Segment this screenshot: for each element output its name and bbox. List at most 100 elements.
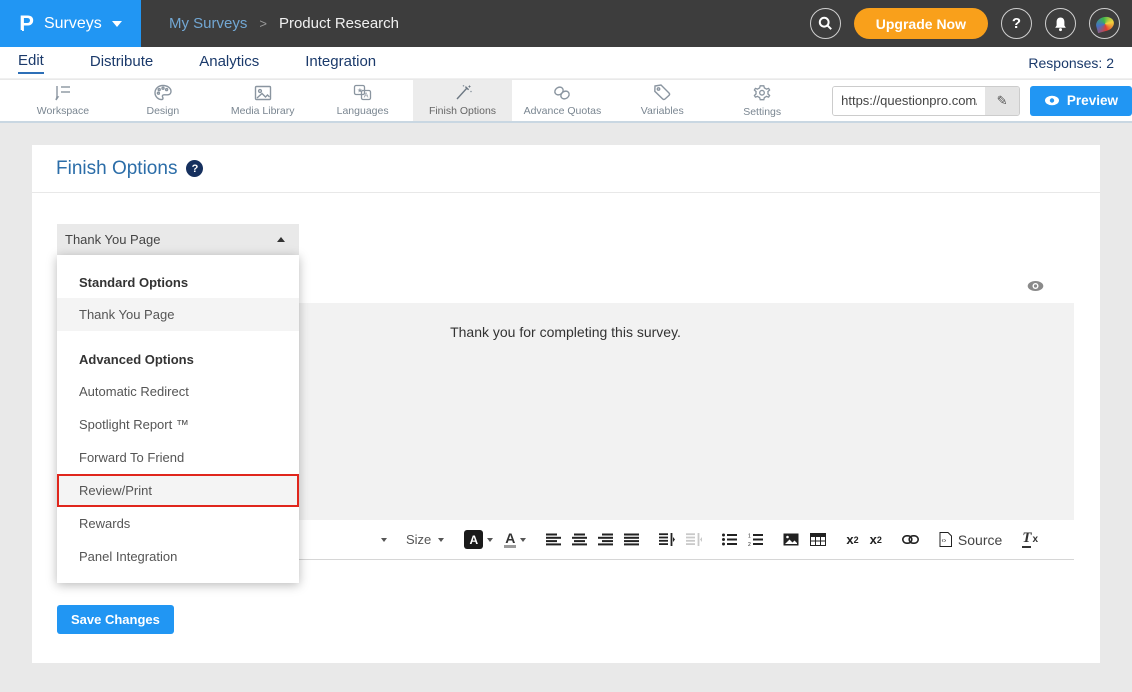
languages-translate-icon: ★A <box>352 84 373 102</box>
superscript-button[interactable]: x2 <box>870 532 882 547</box>
variables-tag-icon <box>652 84 672 102</box>
questionpro-logo-icon: P <box>19 13 34 35</box>
subscript-button[interactable]: x2 <box>846 532 858 547</box>
dropdown-item-forward-to-friend[interactable]: Forward To Friend <box>57 441 299 474</box>
tab-analytics[interactable]: Analytics <box>199 53 259 73</box>
chevron-down-icon <box>112 21 122 27</box>
svg-text:2: 2 <box>748 542 751 546</box>
toolbar-item-workspace[interactable]: Workspace <box>13 80 113 121</box>
insert-link-button[interactable] <box>902 535 919 544</box>
insert-image-button[interactable] <box>783 533 799 546</box>
align-right-button[interactable] <box>598 533 613 546</box>
insert-table-button[interactable] <box>810 533 826 546</box>
help-button[interactable]: ? <box>1001 8 1032 39</box>
dropdown-item-automatic-redirect[interactable]: Automatic Redirect <box>57 375 299 408</box>
svg-text:1: 1 <box>748 534 751 540</box>
toolbar-item-media-library[interactable]: Media Library <box>213 80 313 121</box>
toolbar-item-label: Languages <box>337 105 389 117</box>
app-header: P Surveys My Surveys > Product Research … <box>0 0 1132 47</box>
preview-eye-icon <box>1044 95 1060 106</box>
search-button[interactable] <box>810 8 841 39</box>
eye-icon[interactable] <box>1027 280 1044 292</box>
survey-nav-tabs: Edit Distribute Analytics Integration Re… <box>0 47 1132 79</box>
size-dropdown[interactable]: Size <box>406 532 444 547</box>
bell-icon <box>1053 16 1068 32</box>
save-changes-button[interactable]: Save Changes <box>57 605 174 634</box>
edit-section-toolbar: Workspace Design Media Library ★A Langua… <box>0 80 1132 123</box>
survey-url-group: ✎ <box>832 86 1020 116</box>
finish-type-select[interactable]: Thank You Page <box>57 224 299 255</box>
workspace-pencil-list-icon <box>53 84 73 102</box>
align-center-button[interactable] <box>572 533 587 546</box>
thank-you-text: Thank you for completing this survey. <box>450 324 681 340</box>
preview-label: Preview <box>1067 93 1118 108</box>
responses-count[interactable]: Responses: 2 <box>1028 55 1114 71</box>
background-color-button[interactable]: A <box>464 530 493 549</box>
search-icon <box>818 16 833 31</box>
toolbar-item-finish-options[interactable]: Finish Options <box>413 80 513 121</box>
survey-url-input[interactable] <box>833 87 985 115</box>
page-title: Finish Options <box>56 158 177 180</box>
toolbar-item-label: Workspace <box>37 105 89 117</box>
toolbar-item-label: Advance Quotas <box>524 105 602 117</box>
remove-format-button[interactable]: Tx <box>1022 531 1038 548</box>
toolbar-item-settings[interactable]: Settings <box>712 80 812 121</box>
numbered-list-button[interactable]: 12 <box>748 533 763 546</box>
chevron-down-icon <box>438 538 444 542</box>
settings-gear-icon <box>752 84 772 103</box>
question-mark-icon: ? <box>1012 15 1021 32</box>
preview-button[interactable]: Preview <box>1030 86 1132 116</box>
dropdown-item-thank-you-page[interactable]: Thank You Page <box>57 298 299 331</box>
svg-text:★: ★ <box>357 86 363 94</box>
account-avatar[interactable] <box>1089 8 1120 39</box>
avatar-logo-icon <box>1094 14 1115 32</box>
pencil-icon: ✎ <box>997 93 1008 109</box>
align-left-button[interactable] <box>546 533 561 546</box>
select-value: Thank You Page <box>65 232 160 247</box>
background-color-icon: A <box>464 530 483 549</box>
finish-type-dropdown: Standard Options Thank You Page Advanced… <box>57 255 299 583</box>
dropdown-item-panel-integration[interactable]: Panel Integration <box>57 540 299 573</box>
font-dropdown-caret[interactable] <box>377 538 387 542</box>
breadcrumb-my-surveys[interactable]: My Surveys <box>169 15 247 32</box>
dropdown-item-rewards[interactable]: Rewards <box>57 507 299 540</box>
tab-edit[interactable]: Edit <box>18 52 44 74</box>
media-library-image-icon <box>253 84 273 102</box>
toolbar-item-languages[interactable]: ★A Languages <box>313 80 413 121</box>
edit-url-button[interactable]: ✎ <box>985 87 1019 115</box>
toolbar-item-label: Design <box>146 105 179 117</box>
remove-format-icon: T <box>1022 531 1031 548</box>
toolbar-item-label: Settings <box>743 106 781 118</box>
indent-button[interactable] <box>659 533 675 546</box>
finish-options-help-icon[interactable]: ? <box>186 160 203 177</box>
tab-integration[interactable]: Integration <box>305 53 376 73</box>
text-color-button[interactable]: A <box>504 531 526 549</box>
justify-button[interactable] <box>624 533 639 546</box>
chevron-up-icon <box>277 237 285 242</box>
dropdown-item-spotlight-report[interactable]: Spotlight Report ™ <box>57 408 299 441</box>
breadcrumb-current: Product Research <box>279 15 399 32</box>
source-label: Source <box>958 532 1002 548</box>
toolbar-item-variables[interactable]: Variables <box>612 80 712 121</box>
toolbar-item-design[interactable]: Design <box>113 80 213 121</box>
toolbar-item-label: Variables <box>641 105 684 117</box>
bullet-list-button[interactable] <box>722 533 737 546</box>
tab-distribute[interactable]: Distribute <box>90 53 153 73</box>
svg-text:‹›: ‹› <box>941 538 946 545</box>
toolbar-item-label: Media Library <box>231 105 295 117</box>
dropdown-item-review-print[interactable]: Review/Print <box>57 474 299 507</box>
breadcrumb-separator: > <box>259 16 267 31</box>
dropdown-group-header: Standard Options <box>57 267 299 298</box>
surveys-menu-label: Surveys <box>44 15 102 33</box>
surveys-menu[interactable]: P Surveys <box>0 0 141 47</box>
text-color-icon: A <box>504 531 516 549</box>
notifications-button[interactable] <box>1045 8 1076 39</box>
finish-options-panel: Finish Options ? Thank you for completin… <box>32 145 1100 663</box>
outdent-button[interactable] <box>686 533 702 546</box>
size-label: Size <box>406 532 431 547</box>
upgrade-now-button[interactable]: Upgrade Now <box>854 8 988 39</box>
advance-quotas-links-icon <box>552 84 572 102</box>
toolbar-item-advance-quotas[interactable]: Advance Quotas <box>512 80 612 121</box>
svg-text:A: A <box>364 93 369 100</box>
source-button[interactable]: ‹› Source <box>939 532 1002 548</box>
